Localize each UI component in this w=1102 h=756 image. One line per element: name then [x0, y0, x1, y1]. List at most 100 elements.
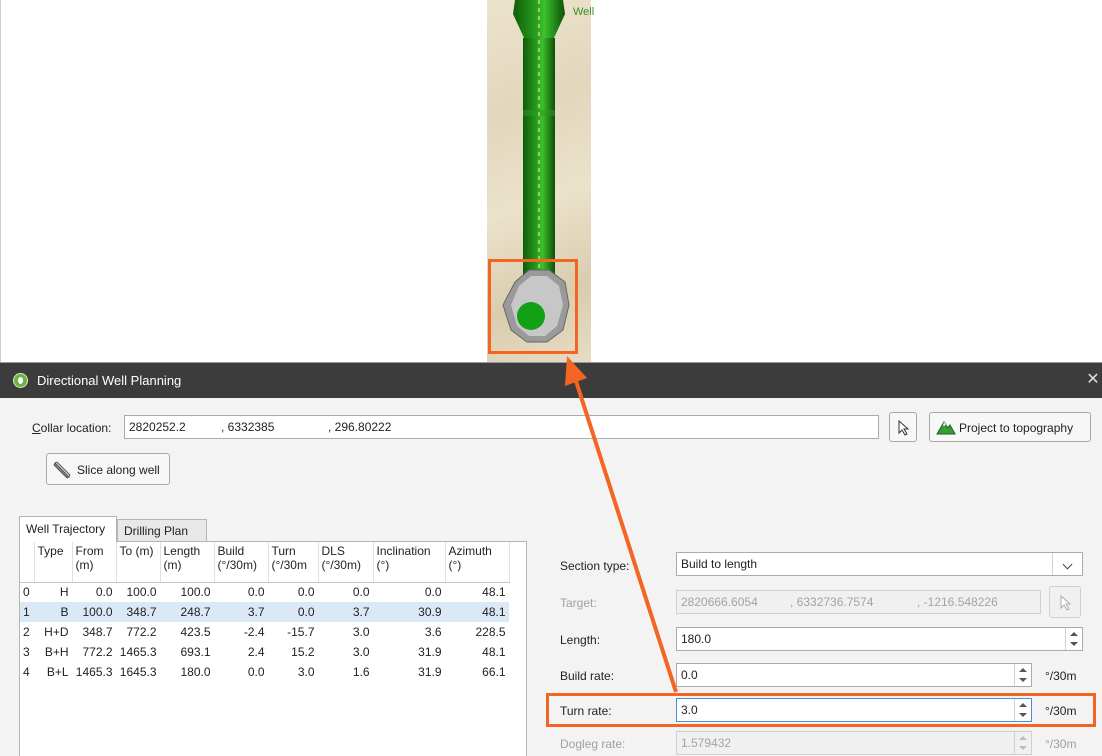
topography-icon: [936, 421, 956, 435]
header-dls[interactable]: DLS (°/30m): [318, 542, 374, 583]
header-turn[interactable]: Turn (°/30m: [268, 542, 319, 583]
highlight-box-turn-rate: [546, 693, 1096, 727]
cell-length: 693.1: [180, 645, 211, 659]
cell-length: 100.0: [180, 585, 211, 600]
header-azimuth[interactable]: Azimuth (°): [445, 542, 510, 583]
table-row[interactable]: 0 H 0.0 100.0 100.0 0.0 0.0 0.0 0.0 48.1: [20, 582, 509, 602]
tab-drilling-plan[interactable]: Drilling Plan: [117, 519, 207, 541]
cell-build: 3.7: [214, 602, 268, 622]
project-to-topography-label: Project to topography: [959, 421, 1074, 435]
tab-well-trajectory[interactable]: Well Trajectory: [19, 516, 117, 542]
table-row[interactable]: 2 H+D 348.7 772.2 423.5 -2.4 -15.7 3.0 3…: [20, 622, 509, 642]
collar-location-field[interactable]: 2820252.2 , 6332385 , 296.80222: [124, 415, 879, 439]
cell-index: 0: [23, 585, 30, 600]
pick-target-button: [1049, 586, 1081, 618]
cell-azimuth: 66.1: [482, 665, 506, 679]
app-logo-icon: [13, 373, 28, 388]
cell-index: 1: [20, 602, 34, 622]
cell-turn: 15.2: [291, 645, 315, 659]
length-value: 180.0: [681, 632, 712, 646]
cell-from: 772.2: [82, 645, 113, 659]
section-type-value: Build to length: [681, 557, 758, 571]
project-to-topography-button[interactable]: Project to topography: [929, 412, 1091, 442]
header-to[interactable]: To (m): [116, 542, 161, 583]
trajectory-table: Type From (m) To (m) Length (m) Build (°…: [20, 542, 510, 682]
section-type-label: Section type:: [560, 559, 630, 573]
cell-from: 1465.3: [75, 665, 113, 679]
collar-location-label: Collar location:: [32, 421, 112, 435]
header-type[interactable]: Type: [34, 542, 73, 583]
scene-viewport[interactable]: Well: [0, 0, 1102, 362]
pointer-icon: [898, 420, 910, 436]
app-window: { "viewport": { "well_label": "Well" }, …: [0, 0, 1102, 756]
cell-build: 2.4: [247, 645, 265, 659]
header-length[interactable]: Length (m): [160, 542, 215, 583]
cell-to: 1465.3: [119, 645, 157, 659]
pointer-icon: [1060, 595, 1072, 611]
length-field[interactable]: 180.0: [676, 627, 1083, 651]
cell-from: 0.0: [95, 585, 113, 600]
cell-type: B: [34, 602, 72, 622]
cell-inclination: 31.9: [418, 665, 442, 679]
dogleg-rate-unit: °/30m: [1045, 737, 1077, 751]
cell-length: 248.7: [160, 602, 214, 622]
cell-dls: 3.0: [352, 645, 370, 659]
cell-azimuth: 48.1: [482, 645, 506, 659]
cell-azimuth: 48.1: [482, 585, 506, 600]
target-z: , -1216.548226: [917, 595, 998, 609]
cell-to: 772.2: [126, 625, 157, 639]
cell-turn: 0.0: [297, 585, 315, 600]
slice-icon: [53, 461, 71, 479]
build-rate-spinner[interactable]: [1014, 664, 1030, 686]
cell-turn: -15.7: [287, 625, 315, 639]
pick-collar-button[interactable]: [889, 412, 917, 442]
chevron-down-icon[interactable]: [1052, 553, 1082, 575]
tab-drilling-plan-label: Drilling Plan: [124, 524, 189, 538]
target-x: 2820666.6054: [681, 595, 758, 609]
table-row[interactable]: 4 B+L 1465.3 1645.3 180.0 0.0 3.0 1.6 31…: [20, 662, 509, 682]
build-rate-field[interactable]: 0.0: [676, 663, 1032, 687]
cell-type: H: [59, 585, 69, 600]
cell-build: 0.0: [247, 585, 265, 600]
build-rate-value: 0.0: [681, 668, 698, 682]
target-label: Target:: [560, 596, 597, 610]
header-inclination[interactable]: Inclination (°): [373, 542, 446, 583]
cell-length: 423.5: [180, 625, 211, 639]
header-from[interactable]: From (m): [72, 542, 117, 583]
collar-location-label-text: ollar location:: [40, 421, 112, 435]
cell-index: 3: [23, 645, 30, 659]
build-rate-unit: °/30m: [1045, 669, 1077, 683]
length-label: Length:: [560, 633, 601, 647]
collar-z: , 296.80222: [328, 420, 392, 434]
table-row[interactable]: 3 B+H 772.2 1465.3 693.1 2.4 15.2 3.0 31…: [20, 642, 509, 662]
cell-type: H+D: [44, 625, 69, 639]
slice-along-well-button[interactable]: Slice along well: [46, 453, 170, 485]
table-row[interactable]: 1 B 100.0 348.7 248.7 3.7 0.0 3.7 30.9 4…: [20, 602, 509, 622]
cell-to: 348.7: [116, 602, 160, 622]
length-spinner[interactable]: [1065, 628, 1081, 650]
cell-to: 100.0: [126, 585, 157, 600]
dialog-titlebar[interactable]: Directional Well Planning ✕: [0, 363, 1102, 398]
cell-turn: 3.0: [297, 665, 315, 679]
dogleg-rate-label: Dogleg rate:: [560, 737, 626, 751]
close-icon[interactable]: ✕: [1086, 371, 1100, 389]
tab-well-trajectory-label: Well Trajectory: [26, 522, 106, 536]
cell-turn: 0.0: [268, 602, 318, 622]
cell-inclination: 0.0: [424, 585, 442, 600]
cell-from: 100.0: [72, 602, 116, 622]
cell-dls: 0.0: [352, 585, 370, 600]
cell-build: -2.4: [243, 625, 265, 639]
collar-y: , 6332385: [221, 420, 275, 434]
target-field: 2820666.6054 , 6332736.7574 , -1216.5482…: [676, 590, 1041, 614]
trajectory-table-pane: Type From (m) To (m) Length (m) Build (°…: [19, 541, 527, 756]
cell-build: 0.0: [247, 665, 265, 679]
header-index: [20, 542, 35, 583]
header-build[interactable]: Build (°/30m): [214, 542, 269, 583]
section-type-select[interactable]: Build to length: [676, 552, 1083, 576]
collar-x: 2820252.2: [129, 420, 186, 434]
cell-inclination: 30.9: [373, 602, 445, 622]
cell-from: 348.7: [82, 625, 113, 639]
table-header-row: Type From (m) To (m) Length (m) Build (°…: [20, 542, 510, 583]
cell-type: B+H: [44, 645, 69, 659]
cell-index: 2: [23, 625, 30, 639]
